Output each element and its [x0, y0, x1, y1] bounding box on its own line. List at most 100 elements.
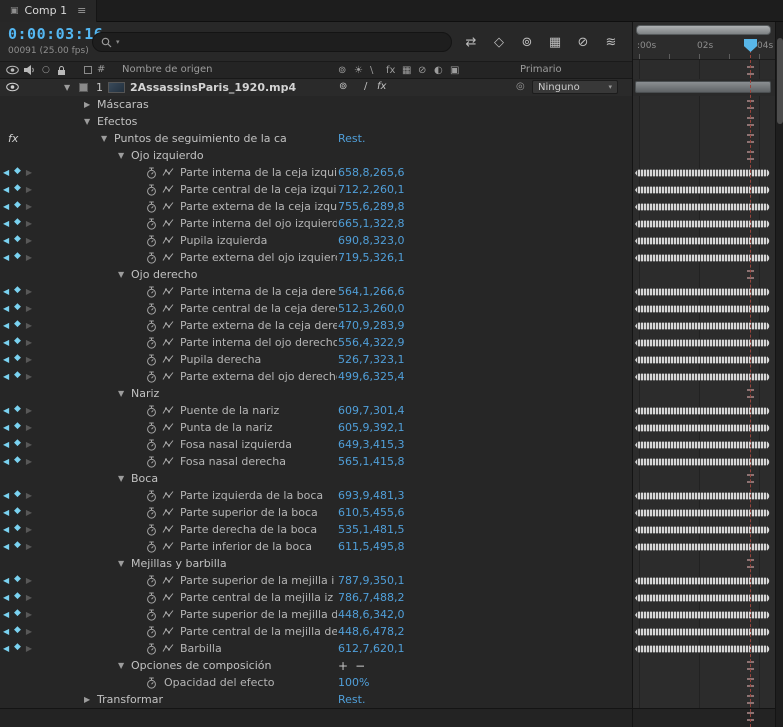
previous-keyframe-icon[interactable]: ◀ [3, 593, 9, 602]
layer-quality-switch[interactable]: / [364, 81, 367, 92]
graph-editor-icon[interactable]: ≋ [602, 35, 620, 50]
graph-toggle-icon[interactable] [162, 201, 174, 211]
property-row-pupila-izquierda[interactable]: ◀ ◆ ▶ Pupila izquierda 690,8,323,0 [0, 232, 783, 249]
property-row-fosa-nasal-derecha[interactable]: ◀ ◆ ▶ Fosa nasal derecha 565,1,415,8 [0, 453, 783, 470]
previous-keyframe-icon[interactable]: ◀ [3, 440, 9, 449]
next-keyframe-icon[interactable]: ▶ [26, 576, 32, 585]
frame-blending-icon[interactable]: ▦ [546, 35, 564, 50]
stopwatch-icon[interactable] [146, 184, 157, 196]
keyframe-diamond-icon[interactable]: ◆ [14, 456, 21, 466]
keyframe-diamond-icon[interactable]: ◆ [14, 320, 21, 330]
previous-keyframe-icon[interactable]: ◀ [3, 525, 9, 534]
keyframe-diamond-icon[interactable]: ◆ [14, 371, 21, 381]
property-value[interactable]: 605,9,392,1 [338, 421, 404, 434]
layer-twirl-icon[interactable]: ▼ [64, 83, 70, 92]
graph-toggle-icon[interactable] [162, 167, 174, 177]
property-value[interactable]: 512,3,260,0 [338, 302, 404, 315]
next-keyframe-icon[interactable]: ▶ [26, 372, 32, 381]
stopwatch-icon[interactable] [146, 541, 157, 553]
property-value[interactable]: 787,9,350,1 [338, 574, 404, 587]
motion-blur-icon[interactable]: ⊘ [574, 35, 592, 50]
stopwatch-icon[interactable] [146, 677, 157, 689]
search-input[interactable] [123, 35, 443, 49]
property-value[interactable]: 535,1,481,5 [338, 523, 404, 536]
keyframe-diamond-icon[interactable]: ◆ [14, 337, 21, 347]
previous-keyframe-icon[interactable]: ◀ [3, 202, 9, 211]
next-keyframe-icon[interactable]: ▶ [26, 287, 32, 296]
previous-keyframe-icon[interactable]: ◀ [3, 321, 9, 330]
property-row-puente-de-la-nariz[interactable]: ◀ ◆ ▶ Puente de la nariz 609,7,301,4 [0, 402, 783, 419]
layer-source-name[interactable]: 2AssassinsParis_1920.mp4 [130, 81, 296, 94]
previous-keyframe-icon[interactable]: ◀ [3, 338, 9, 347]
next-keyframe-icon[interactable]: ▶ [26, 627, 32, 636]
previous-keyframe-icon[interactable]: ◀ [3, 406, 9, 415]
next-keyframe-icon[interactable]: ▶ [26, 423, 32, 432]
keyframe-diamond-icon[interactable]: ◆ [14, 575, 21, 585]
parent-pick-whip-icon[interactable]: ◎ [516, 81, 525, 92]
graph-toggle-icon[interactable] [162, 235, 174, 245]
previous-keyframe-icon[interactable]: ◀ [3, 627, 9, 636]
stopwatch-icon[interactable] [146, 218, 157, 230]
keyframe-diamond-icon[interactable]: ◆ [14, 252, 21, 262]
keyframe-diamond-icon[interactable]: ◆ [14, 439, 21, 449]
panel-menu-icon[interactable]: ≡ [77, 4, 86, 17]
keyframe-diamond-icon[interactable]: ◆ [14, 303, 21, 313]
next-keyframe-icon[interactable]: ▶ [26, 610, 32, 619]
parent-dropdown[interactable]: Ninguno ▾ [532, 80, 618, 94]
graph-toggle-icon[interactable] [162, 592, 174, 602]
property-value[interactable]: 564,1,266,6 [338, 285, 404, 298]
property-value[interactable]: 100% [338, 676, 369, 689]
graph-toggle-icon[interactable] [162, 371, 174, 381]
graph-toggle-icon[interactable] [162, 456, 174, 466]
property-row-pupila-derecha[interactable]: ◀ ◆ ▶ Pupila derecha 526,7,323,1 [0, 351, 783, 368]
keyframe-diamond-icon[interactable]: ◆ [14, 507, 21, 517]
property-row-parte-externa-de-la-ceja-derec[interactable]: ◀ ◆ ▶ Parte externa de la ceja derec 470,9,2… [0, 317, 783, 334]
layer-visibility-eye-icon[interactable] [6, 82, 19, 92]
stopwatch-icon[interactable] [146, 524, 157, 536]
property-row-parte-superior-de-la-mejilla-d[interactable]: ◀ ◆ ▶ Parte superior de la mejilla d 448,6,3… [0, 606, 783, 623]
vertical-scrollbar-thumb[interactable] [777, 38, 783, 124]
current-timecode[interactable]: 0:00:03:16 [8, 25, 103, 43]
property-value[interactable]: 448,6,342,0 [338, 608, 404, 621]
previous-keyframe-icon[interactable]: ◀ [3, 236, 9, 245]
previous-keyframe-icon[interactable]: ◀ [3, 491, 9, 500]
property-value[interactable]: 755,6,289,8 [338, 200, 404, 213]
property-value[interactable]: 719,5,326,1 [338, 251, 404, 264]
group-row-nariz[interactable]: ▼ Nariz [0, 385, 783, 402]
previous-keyframe-icon[interactable]: ◀ [3, 610, 9, 619]
stopwatch-icon[interactable] [146, 575, 157, 587]
previous-keyframe-icon[interactable]: ◀ [3, 542, 9, 551]
next-keyframe-icon[interactable]: ▶ [26, 457, 32, 466]
graph-toggle-icon[interactable] [162, 405, 174, 415]
graph-toggle-icon[interactable] [162, 337, 174, 347]
property-row-parte-derecha-de-la-boca[interactable]: ◀ ◆ ▶ Parte derecha de la boca 535,1,481,5 [0, 521, 783, 538]
property-row-parte-superior-de-la-boca[interactable]: ◀ ◆ ▶ Parte superior de la boca 610,5,455,6 [0, 504, 783, 521]
keyframe-diamond-icon[interactable]: ◆ [14, 354, 21, 364]
next-keyframe-icon[interactable]: ▶ [26, 338, 32, 347]
keyframe-diamond-icon[interactable]: ◆ [14, 235, 21, 245]
group-row-opciones-de-composicion[interactable]: ▼ Opciones de composición + − [0, 657, 783, 674]
twirl-triangle-icon[interactable]: ▼ [118, 661, 124, 670]
property-row-parte-interna-de-la-ceja-derec[interactable]: ◀ ◆ ▶ Parte interna de la ceja derec 564,1,2… [0, 283, 783, 300]
property-row-parte-interna-de-la-ceja-izqui[interactable]: ◀ ◆ ▶ Parte interna de la ceja izqui 658,8,2… [0, 164, 783, 181]
twirl-triangle-icon[interactable]: ▼ [118, 559, 124, 568]
stopwatch-icon[interactable] [146, 643, 157, 655]
property-value[interactable]: 448,6,478,2 [338, 625, 404, 638]
keyframe-diamond-icon[interactable]: ◆ [14, 405, 21, 415]
stopwatch-icon[interactable] [146, 456, 157, 468]
stopwatch-icon[interactable] [146, 439, 157, 451]
keyframe-diamond-icon[interactable]: ◆ [14, 524, 21, 534]
stopwatch-icon[interactable] [146, 422, 157, 434]
property-row-parte-externa-del-ojo-derecho[interactable]: ◀ ◆ ▶ Parte externa del ojo derecho 499,6,32… [0, 368, 783, 385]
parent-column-header[interactable]: Primario [520, 64, 562, 75]
composition-flowchart-icon[interactable]: ⇄ [462, 35, 480, 50]
next-keyframe-icon[interactable]: ▶ [26, 644, 32, 653]
twirl-triangle-icon[interactable]: ▼ [101, 134, 107, 143]
property-row-parte-superior-de-la-mejilla-i[interactable]: ◀ ◆ ▶ Parte superior de la mejilla i 787,9,3… [0, 572, 783, 589]
previous-keyframe-icon[interactable]: ◀ [3, 304, 9, 313]
group-row-mejillas-y-barbilla[interactable]: ▼ Mejillas y barbilla [0, 555, 783, 572]
graph-toggle-icon[interactable] [162, 609, 174, 619]
stopwatch-icon[interactable] [146, 490, 157, 502]
group-row-transformar[interactable]: ▶ Transformar Rest. [0, 691, 783, 708]
next-keyframe-icon[interactable]: ▶ [26, 508, 32, 517]
